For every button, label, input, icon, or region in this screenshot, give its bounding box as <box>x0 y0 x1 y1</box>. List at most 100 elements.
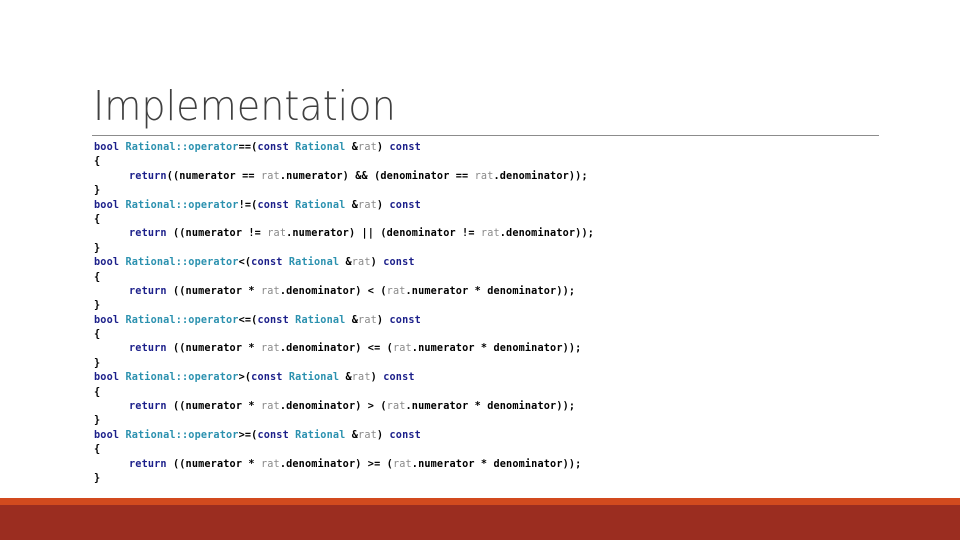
class-name: Rational <box>125 142 176 153</box>
open-brace: { <box>94 329 101 341</box>
param-ref: rat <box>260 170 280 182</box>
class-name: Rational <box>125 372 176 384</box>
function-body: return ((numerator * rat.denominator) <=… <box>94 342 594 356</box>
function-body: return ((numerator * rat.denominator) > … <box>94 400 594 414</box>
keyword-bool: bool <box>94 142 120 153</box>
keyword-return: return <box>129 401 167 413</box>
keyword-bool: bool <box>94 257 120 269</box>
keyword-const: const <box>257 142 289 153</box>
param-ref: rat <box>260 343 280 355</box>
keyword-const-qualifier: const <box>383 257 415 269</box>
scope-operator: :: <box>175 257 189 269</box>
expression-part: ((numerator * <box>166 343 261 355</box>
param-name: rat <box>358 142 377 153</box>
function-signature: bool Rational::operator<(const Rational … <box>94 256 594 270</box>
keyword-return: return <box>129 458 167 470</box>
code-block: bool Rational::operator==(const Rational… <box>94 141 594 486</box>
param-type: Rational <box>295 429 346 441</box>
keyword-return: return <box>129 170 167 182</box>
open-brace: { <box>94 444 101 456</box>
param-type: Rational <box>288 257 340 269</box>
param-ref: rat <box>480 228 500 240</box>
keyword-operator: operator <box>188 257 239 269</box>
function-body: return ((numerator * rat.denominator) < … <box>94 285 594 299</box>
open-brace: { <box>94 156 101 168</box>
param-ref: rat <box>267 228 287 240</box>
open-brace: { <box>94 386 101 398</box>
close-brace: } <box>94 415 101 427</box>
keyword-const-qualifier: const <box>389 142 421 153</box>
expression-part: .numerator * denominator)); <box>411 458 582 470</box>
param-ref: rat <box>260 285 280 297</box>
close-paren: ) <box>370 372 377 384</box>
param-name: rat <box>358 199 377 211</box>
param-type: Rational <box>295 199 346 211</box>
param-ref: rat <box>392 458 412 470</box>
keyword-bool: bool <box>94 429 120 441</box>
close-paren: ) <box>376 142 384 153</box>
keyword-const-qualifier: const <box>389 199 421 211</box>
param-ref: rat <box>386 401 406 413</box>
keyword-bool: bool <box>94 372 120 384</box>
expression-part: ((numerator * <box>166 285 261 297</box>
expression-part: ((numerator == <box>166 170 261 182</box>
open-brace: { <box>94 271 101 283</box>
close-brace: } <box>94 242 101 254</box>
keyword-const-qualifier: const <box>389 314 421 326</box>
close-brace: } <box>94 300 101 312</box>
scope-operator: :: <box>175 142 189 153</box>
scope-operator: :: <box>175 429 189 441</box>
function-body: return((numerator == rat.numerator) && (… <box>94 170 594 184</box>
function-signature: bool Rational::operator==(const Rational… <box>94 141 594 155</box>
keyword-const: const <box>257 199 289 211</box>
close-brace: } <box>94 472 101 484</box>
keyword-operator: operator <box>188 372 239 384</box>
function-body: return ((numerator != rat.numerator) || … <box>94 227 594 241</box>
scope-operator: :: <box>175 372 189 384</box>
keyword-bool: bool <box>94 314 120 326</box>
close-paren: ) <box>370 257 377 269</box>
operator-symbol: >= <box>238 429 252 441</box>
expression-part: .denominator) < ( <box>279 285 387 297</box>
scope-operator: :: <box>175 199 189 211</box>
scope-operator: :: <box>175 314 189 326</box>
keyword-operator: operator <box>188 429 239 441</box>
keyword-return: return <box>129 228 167 240</box>
expression-part: .numerator) || (denominator != <box>286 228 481 240</box>
keyword-const: const <box>251 372 283 384</box>
title-divider <box>92 135 879 136</box>
footer-accent-strip <box>0 498 960 505</box>
keyword-operator: operator <box>188 142 239 153</box>
keyword-const-qualifier: const <box>389 429 421 441</box>
param-ref: rat <box>260 401 280 413</box>
slide-title: Implementation <box>93 82 396 130</box>
class-name: Rational <box>125 429 176 441</box>
expression-part: .denominator) <= ( <box>279 343 393 355</box>
expression-part: ((numerator != <box>166 228 268 240</box>
footer-bar <box>0 505 960 540</box>
keyword-const-qualifier: const <box>383 372 415 384</box>
param-name: rat <box>358 314 377 326</box>
param-type: Rational <box>295 314 346 326</box>
operator-symbol: != <box>238 199 252 211</box>
class-name: Rational <box>125 314 176 326</box>
param-ref: rat <box>392 343 412 355</box>
function-body: return ((numerator * rat.denominator) >=… <box>94 458 594 472</box>
expression-part: ((numerator * <box>166 401 261 413</box>
operator-symbol: <= <box>238 314 252 326</box>
close-brace: } <box>94 185 101 197</box>
keyword-const: const <box>251 257 283 269</box>
expression-part: .numerator * denominator)); <box>405 285 576 297</box>
expression-part: .denominator)); <box>493 170 588 182</box>
expression-part: .numerator * denominator)); <box>411 343 582 355</box>
open-brace: { <box>94 213 101 225</box>
param-ref: rat <box>386 285 406 297</box>
class-name: Rational <box>125 199 176 211</box>
operator-symbol: == <box>238 142 252 153</box>
function-signature: bool Rational::operator!=(const Rational… <box>94 199 594 213</box>
keyword-bool: bool <box>94 199 120 211</box>
param-name: rat <box>351 372 371 384</box>
expression-part: .numerator) && (denominator == <box>279 170 475 182</box>
expression-part: .numerator * denominator)); <box>405 401 576 413</box>
expression-part: .denominator) >= ( <box>279 458 393 470</box>
